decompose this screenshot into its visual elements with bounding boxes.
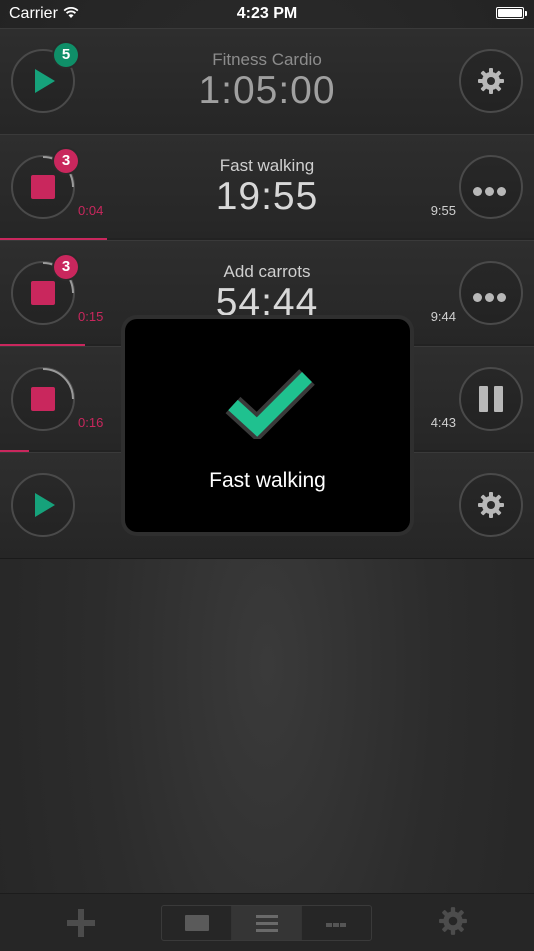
gear-icon[interactable] [438, 906, 468, 936]
more-button[interactable] [459, 155, 523, 219]
grid-view-button[interactable] [302, 906, 371, 940]
more-button[interactable] [459, 261, 523, 325]
plus-icon[interactable] [67, 909, 95, 937]
more-icon [473, 183, 509, 201]
timer-row[interactable]: 3 0:04 Fast walking 19:55 9:55 [0, 134, 534, 241]
timer-name: Fast walking [219, 156, 315, 175]
timer-row[interactable]: 5 Fitness Cardio 1:05:00 [0, 28, 534, 135]
battery-icon [496, 7, 527, 19]
single-view-icon [185, 915, 209, 931]
remaining-time: 9:44 [430, 309, 456, 324]
clock: 4:23 PM [236, 5, 298, 22]
list-view-button[interactable] [232, 906, 302, 940]
play-button[interactable] [11, 473, 75, 537]
single-view-button[interactable] [162, 906, 232, 940]
settings-button[interactable] [459, 49, 523, 113]
remaining-time: 4:43 [430, 415, 456, 430]
timer-name: Add carrots [223, 262, 311, 281]
remaining-time: 9:55 [430, 203, 456, 218]
more-icon [473, 289, 509, 307]
gear-icon [478, 68, 504, 94]
list-view-icon [256, 915, 278, 936]
hud-message: Fast walking [209, 469, 326, 492]
status-bar: Carrier 4:23 PM [0, 0, 534, 28]
play-icon [35, 493, 55, 517]
grid-view-icon [326, 916, 348, 940]
completion-hud: Fast walking [125, 319, 410, 532]
settings-button[interactable] [459, 473, 523, 537]
checkmark-icon [225, 369, 315, 439]
view-mode-segmented-control[interactable] [161, 905, 372, 941]
stop-icon [31, 387, 55, 411]
pause-button[interactable] [459, 367, 523, 431]
stop-button[interactable] [11, 367, 75, 431]
timer-time: 1:05:00 [198, 69, 336, 112]
pause-icon [479, 386, 509, 417]
timer-name: Fitness Cardio [212, 50, 322, 69]
elapsed-time: 0:16 [78, 415, 104, 430]
gear-icon [478, 492, 504, 518]
